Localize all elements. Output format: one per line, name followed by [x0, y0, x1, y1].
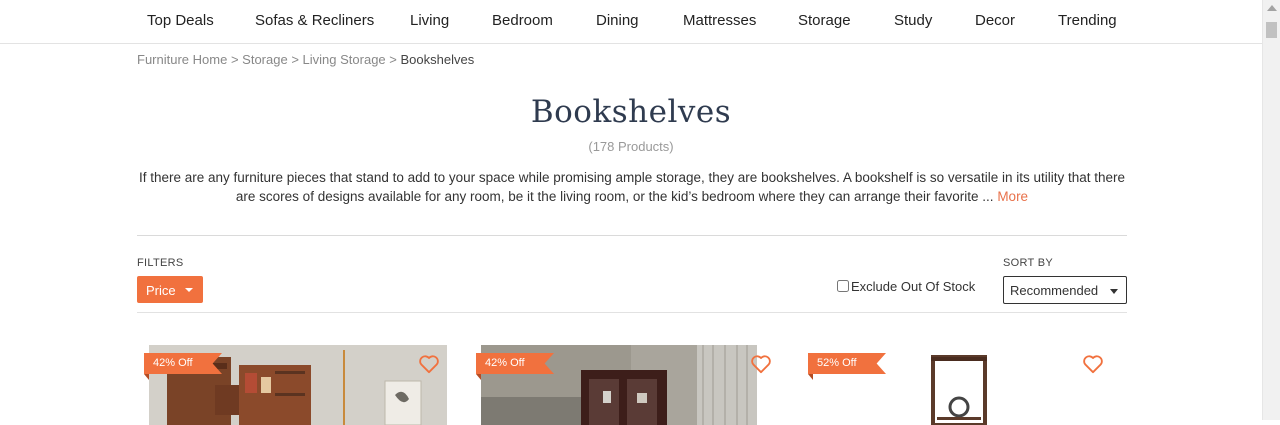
filters-label: FILTERS: [137, 257, 184, 269]
nav-item-bedroom[interactable]: Bedroom: [492, 12, 553, 29]
nav-item-sofas-recliners[interactable]: Sofas & Recliners: [255, 12, 374, 29]
page-title: Bookshelves: [530, 94, 732, 130]
badge-fold: [476, 374, 481, 380]
divider: [137, 312, 1127, 313]
sort-selected-value: Recommended: [1010, 283, 1099, 298]
exclude-out-of-stock[interactable]: Exclude Out Of Stock: [837, 279, 975, 294]
divider: [137, 235, 1127, 236]
scroll-thumb[interactable]: [1266, 22, 1277, 38]
nav-item-mattresses[interactable]: Mattresses: [683, 12, 756, 29]
discount-badge: 42% Off: [476, 353, 554, 374]
breadcrumb-item-living-storage[interactable]: Living Storage: [303, 52, 386, 67]
read-more-link[interactable]: More: [997, 189, 1028, 204]
price-filter-button[interactable]: Price: [137, 276, 203, 303]
badge-fold: [808, 374, 813, 380]
nav-item-study[interactable]: Study: [894, 12, 932, 29]
category-description: If there are any furniture pieces that s…: [137, 168, 1127, 206]
breadcrumb-separator: >: [230, 52, 243, 67]
discount-badge: 52% Off: [808, 353, 886, 374]
nav-item-top-deals[interactable]: Top Deals: [147, 12, 214, 29]
description-text: If there are any furniture pieces that s…: [138, 170, 1126, 204]
scroll-up-arrow-icon[interactable]: [1267, 5, 1277, 11]
discount-badge: 42% Off: [144, 353, 222, 374]
exclude-out-of-stock-checkbox[interactable]: [837, 280, 849, 292]
nav-item-trending[interactable]: Trending: [1058, 12, 1117, 29]
breadcrumb: Furniture Home > Storage > Living Storag…: [137, 52, 474, 67]
nav-item-storage[interactable]: Storage: [798, 12, 851, 29]
heart-icon[interactable]: [418, 354, 440, 374]
breadcrumb-item-storage[interactable]: Storage: [242, 52, 288, 67]
page-scrollbar[interactable]: [1262, 0, 1280, 420]
top-nav: Top Deals Sofas & Recliners Living Bedro…: [0, 0, 1262, 44]
heart-icon[interactable]: [750, 354, 772, 374]
caret-down-icon: [185, 288, 193, 292]
nav-item-decor[interactable]: Decor: [975, 12, 1015, 29]
breadcrumb-separator: >: [389, 52, 401, 67]
price-filter-label: Price: [146, 283, 176, 298]
heart-icon[interactable]: [1082, 354, 1104, 374]
chevron-down-icon: [1110, 289, 1118, 294]
product-count: (178 Products): [588, 139, 674, 154]
nav-item-living[interactable]: Living: [410, 12, 449, 29]
exclude-out-of-stock-label: Exclude Out Of Stock: [851, 279, 976, 294]
breadcrumb-current: Bookshelves: [400, 52, 475, 67]
badge-fold: [144, 374, 149, 380]
sort-by-label: SORT BY: [1003, 257, 1053, 269]
breadcrumb-separator: >: [291, 52, 303, 67]
sort-select[interactable]: Recommended: [1003, 276, 1127, 304]
breadcrumb-item-furniture-home[interactable]: Furniture Home: [137, 52, 227, 67]
nav-item-dining[interactable]: Dining: [596, 12, 639, 29]
